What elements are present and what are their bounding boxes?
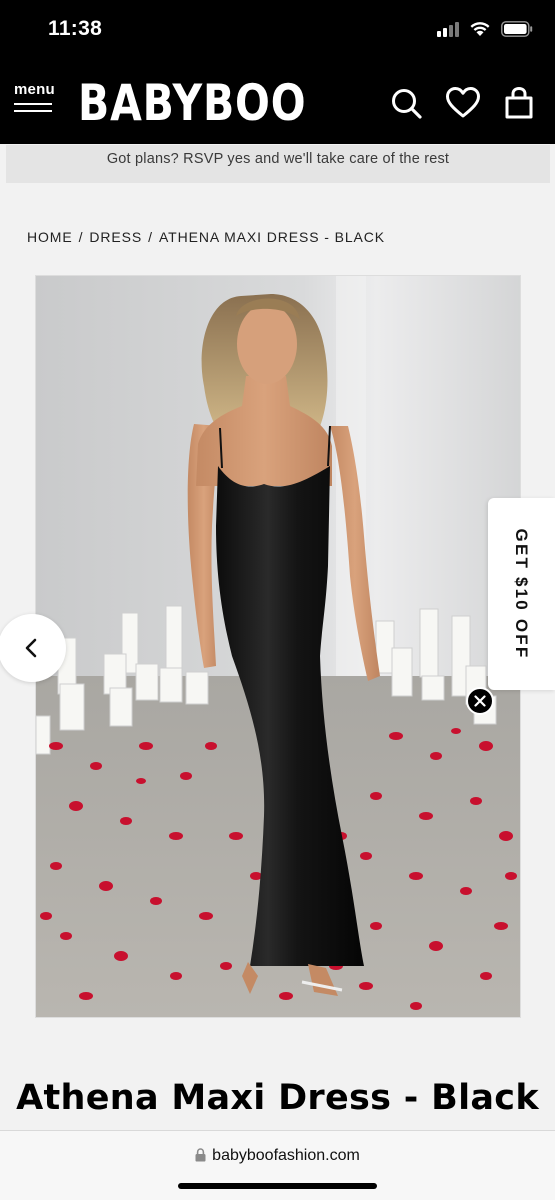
promo-label: GET $10 OFF [512,528,531,660]
search-icon[interactable] [389,86,423,120]
close-icon[interactable] [466,687,494,715]
product-image[interactable] [35,275,521,1018]
browser-url-bar[interactable]: babyboofashion.com [0,1130,555,1200]
hamburger-icon [14,103,54,112]
status-bar: 11:38 [0,0,555,60]
previous-image-button[interactable] [0,614,66,682]
breadcrumb: HOME / DRESS / ATHENA MAXI DRESS - BLACK [27,229,385,245]
announcement-bar[interactable]: Got plans? RSVP yes and we'll take care … [6,145,550,183]
breadcrumb-separator: / [148,229,153,245]
brand-logo[interactable]: BABYBOO [78,74,306,132]
get-discount-tab[interactable]: GET $10 OFF [488,498,555,690]
url-row[interactable]: babyboofashion.com [0,1147,555,1165]
menu-label: menu [14,81,55,98]
battery-icon [501,20,533,37]
breadcrumb-current: ATHENA MAXI DRESS - BLACK [158,229,386,245]
heart-icon[interactable] [445,86,480,120]
product-title: Athena Maxi Dress - Black [16,1078,539,1118]
breadcrumb-separator: / [78,229,84,245]
url-text: babyboofashion.com [212,1147,360,1164]
chevron-left-icon [25,638,37,658]
wifi-icon [469,20,491,37]
menu-button[interactable]: menu [14,81,55,118]
cellular-signal-icon [437,21,459,37]
shopping-bag-icon[interactable] [503,86,537,120]
home-indicator [178,1183,377,1189]
status-icons [437,20,533,37]
breadcrumb-category[interactable]: DRESS [89,229,142,245]
lock-icon [195,1148,206,1162]
status-time: 11:38 [48,17,103,40]
breadcrumb-home[interactable]: HOME [27,229,73,245]
site-header: menu BABYBOO [0,60,555,144]
